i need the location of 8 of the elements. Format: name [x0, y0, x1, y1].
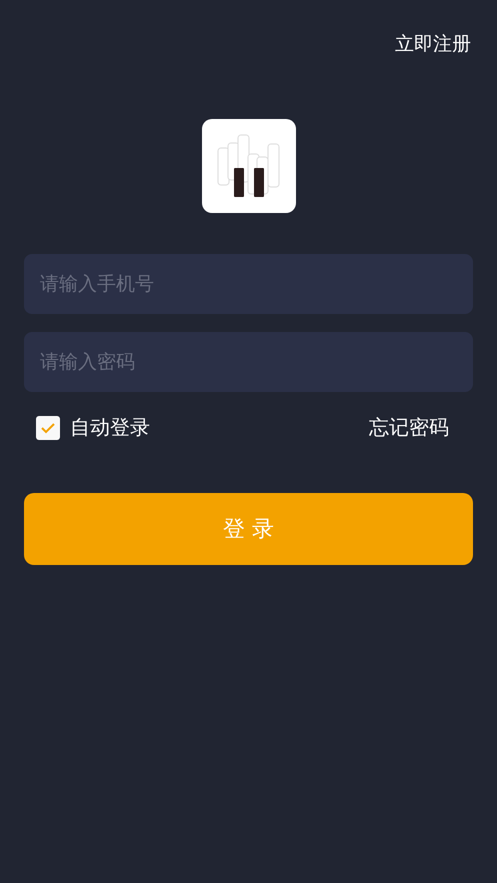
piano-keys-logo-icon [202, 119, 296, 213]
auto-login-checkbox[interactable] [36, 416, 60, 440]
register-link[interactable]: 立即注册 [395, 32, 471, 56]
phone-input-field[interactable]: 请输入手机号 [24, 254, 473, 314]
auto-login-label: 自动登录 [70, 414, 150, 441]
forgot-password-link[interactable]: 忘记密码 [369, 414, 449, 441]
password-input-field[interactable]: 请输入密码 [24, 332, 473, 392]
check-icon [40, 422, 56, 434]
